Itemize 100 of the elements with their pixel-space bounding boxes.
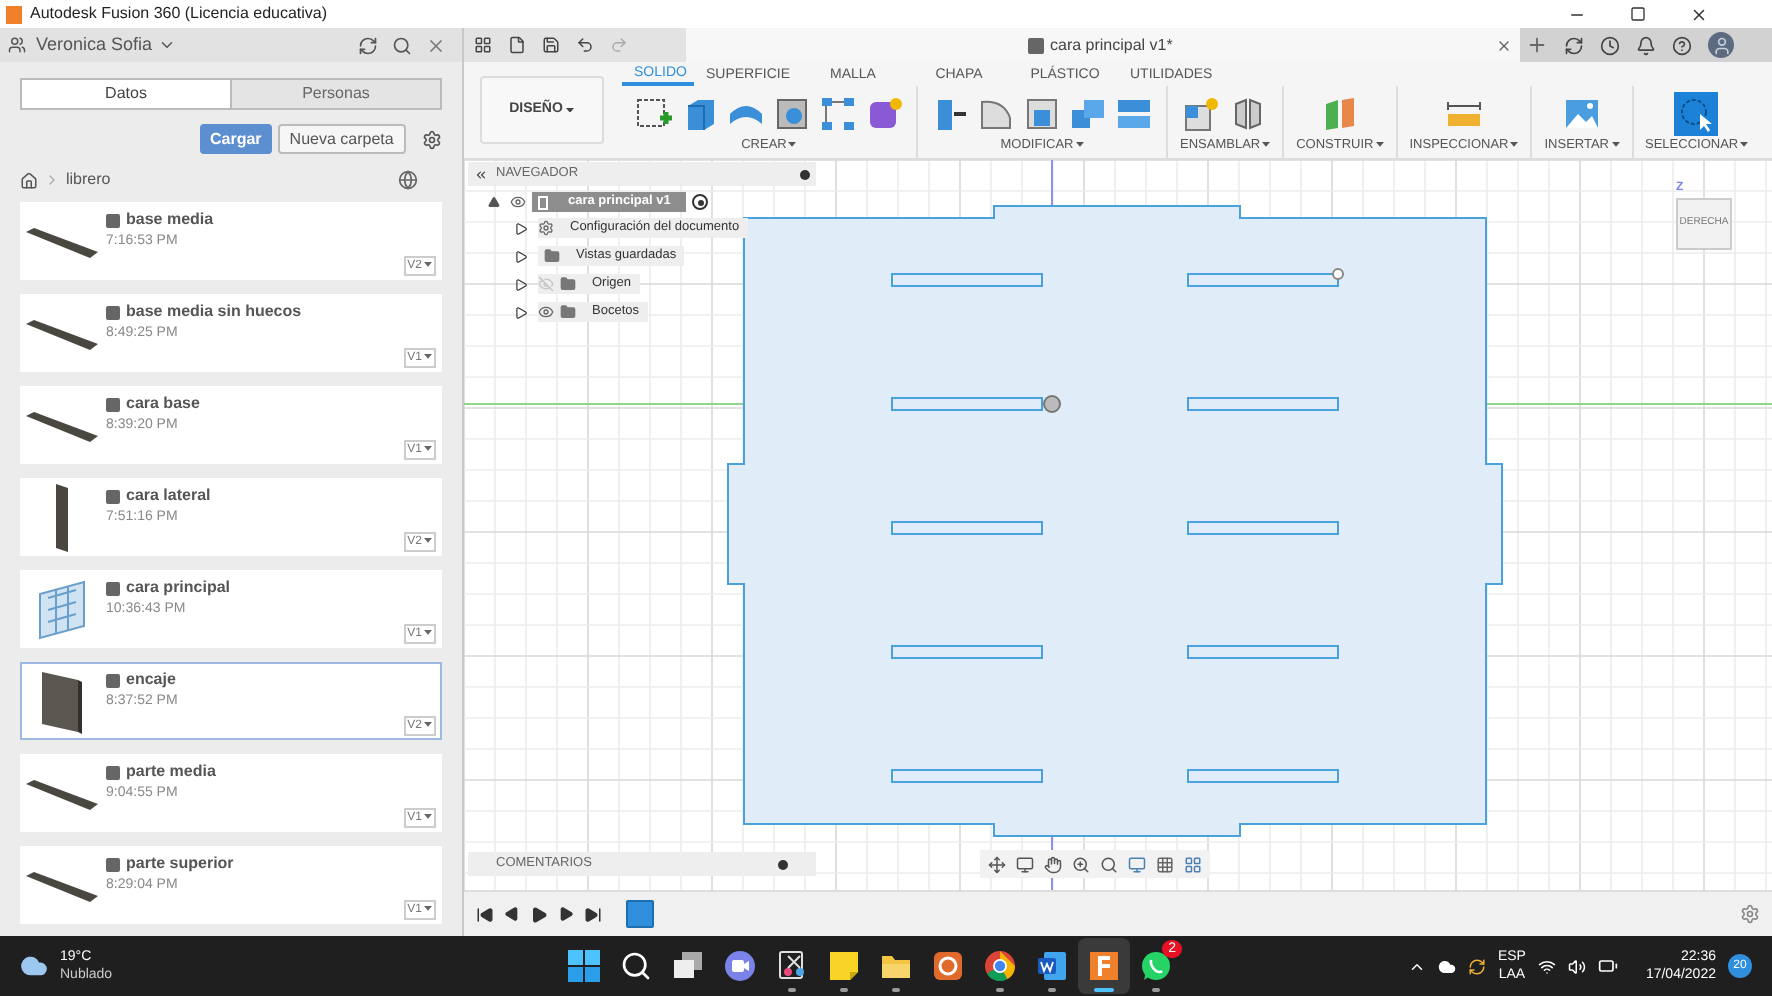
step-back-icon[interactable] [504, 906, 520, 922]
settings-icon[interactable] [1740, 904, 1760, 924]
clock-icon[interactable] [1600, 35, 1620, 55]
file-name: encaje [126, 668, 176, 692]
new-folder-button[interactable]: Nueva carpeta [277, 124, 406, 154]
panel-tab[interactable]: Datos [22, 80, 230, 108]
settings-icon[interactable] [421, 129, 442, 149]
caret-icon [1262, 142, 1271, 148]
hole-icon[interactable] [772, 94, 812, 134]
running-indicator [996, 988, 1005, 992]
sync-icon[interactable] [1564, 35, 1584, 55]
battery-icon[interactable] [1597, 956, 1618, 976]
file-name: cara base [126, 392, 200, 416]
save-icon[interactable] [542, 36, 560, 54]
task-view-icon[interactable] [672, 950, 705, 982]
video-chat-icon[interactable] [724, 950, 757, 982]
search-icon[interactable] [620, 950, 653, 982]
zoom-icon[interactable] [1072, 855, 1090, 873]
running-indicator [1094, 988, 1115, 992]
wifi-icon[interactable] [1537, 957, 1556, 975]
volume-icon[interactable] [1567, 957, 1586, 975]
new-tab-icon[interactable] [1526, 34, 1548, 56]
combine-icon[interactable] [1068, 94, 1108, 134]
app-grid-icon[interactable] [474, 36, 492, 54]
avatar-icon[interactable] [1708, 32, 1734, 58]
last-step-icon[interactable] [584, 905, 602, 923]
scissors-icon[interactable] [776, 950, 809, 982]
upright-thumbnail [50, 481, 74, 553]
caret-icon [424, 354, 432, 360]
collapse-icon[interactable] [474, 167, 488, 181]
caret-icon [1075, 142, 1084, 148]
windows-logo-icon[interactable] [568, 950, 601, 982]
app-icon[interactable] [932, 950, 965, 982]
browser-icon[interactable] [984, 950, 1017, 982]
caret-icon [424, 722, 432, 728]
options-icon[interactable] [800, 169, 810, 179]
form-icon[interactable] [864, 94, 904, 134]
caret-icon [424, 630, 432, 636]
shell-icon[interactable] [1022, 94, 1062, 134]
select-icon[interactable] [1674, 92, 1719, 136]
viewports-icon[interactable] [1184, 855, 1202, 873]
caret-icon [1611, 142, 1619, 148]
eye-icon[interactable] [510, 194, 526, 210]
cad-app-icon[interactable] [1088, 950, 1121, 982]
close-icon[interactable] [1690, 5, 1708, 23]
split-body-icon[interactable] [1114, 94, 1154, 134]
orbit-icon[interactable] [988, 855, 1006, 873]
sync-icon[interactable] [1467, 957, 1486, 975]
messaging-app-icon[interactable] [1140, 950, 1173, 982]
running-indicator [1048, 988, 1057, 992]
chevron-down-icon[interactable] [158, 36, 177, 54]
notification-icon[interactable] [1636, 35, 1656, 55]
pan-icon[interactable] [1044, 855, 1062, 873]
caret-icon [424, 906, 432, 912]
eye-icon[interactable] [538, 304, 554, 320]
document-title: cara principal v1* [1050, 33, 1173, 57]
window-title: Autodesk Fusion 360 (Licencia educativa) [30, 2, 328, 26]
breadcrumb-folder[interactable]: librero [66, 168, 111, 192]
home-icon[interactable] [20, 171, 38, 189]
folder-icon[interactable] [880, 950, 913, 982]
display-settings-icon[interactable] [1128, 855, 1146, 873]
help-icon[interactable] [1672, 35, 1692, 55]
first-step-icon[interactable] [476, 905, 494, 923]
globe-icon[interactable] [398, 170, 418, 190]
origin-point[interactable] [1043, 395, 1061, 413]
expand-icon[interactable] [488, 196, 500, 208]
panel-thumbnail [38, 667, 86, 735]
folder-icon [560, 276, 576, 292]
panel-tab[interactable]: Personas [230, 80, 440, 108]
file-name: cara lateral [126, 484, 211, 508]
caret-icon [424, 446, 432, 452]
close-tab-icon[interactable] [1496, 37, 1512, 53]
file-name: parte media [126, 760, 216, 784]
options-icon[interactable] [778, 859, 788, 869]
activate-radio-icon[interactable] [692, 194, 709, 210]
play-icon[interactable] [530, 905, 548, 923]
caret-icon [424, 814, 432, 820]
maximize-icon[interactable] [1630, 6, 1646, 22]
new-component-icon[interactable] [1182, 94, 1223, 134]
grid-icon[interactable] [1156, 855, 1174, 873]
refresh-icon[interactable] [358, 35, 378, 55]
pattern-icon[interactable] [818, 94, 858, 134]
undo-icon[interactable] [576, 36, 594, 54]
file-name: base media [126, 208, 214, 232]
cloud-icon[interactable] [1437, 957, 1456, 975]
settings-icon [538, 220, 554, 236]
running-indicator [840, 988, 849, 992]
file-menu-icon[interactable] [508, 36, 526, 54]
step-forward-icon[interactable] [558, 906, 574, 922]
sticky-note-icon[interactable] [828, 950, 861, 982]
team-icon [8, 36, 26, 54]
running-indicator [892, 988, 901, 992]
file-name: cara principal [126, 576, 231, 600]
caret-icon [1375, 142, 1384, 148]
file-name: base media sin huecos [126, 300, 302, 324]
folder-icon [544, 248, 560, 264]
document-tab[interactable]: cara principal v1* [686, 28, 1520, 62]
document-app-icon[interactable] [1036, 950, 1069, 982]
folder-icon [560, 304, 576, 320]
image-icon[interactable] [1561, 94, 1602, 134]
